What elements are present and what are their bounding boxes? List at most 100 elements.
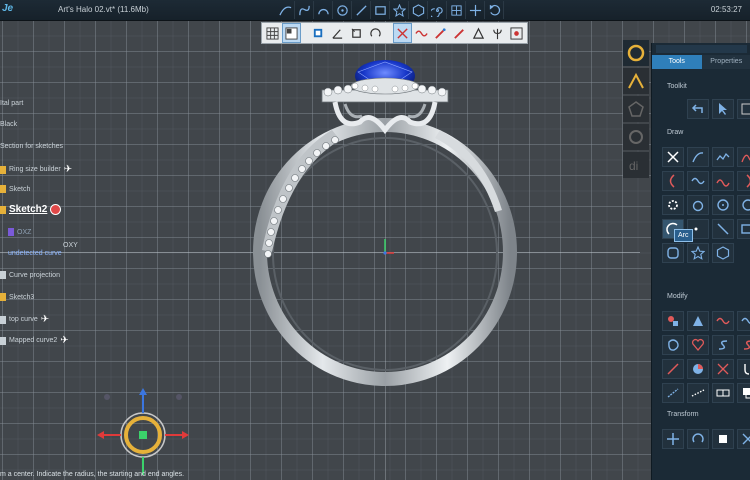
panel-view-icon[interactable] <box>282 23 301 43</box>
polyline-icon[interactable] <box>712 147 734 167</box>
rectangle-icon[interactable] <box>371 1 390 19</box>
pie-icon[interactable] <box>687 359 709 379</box>
brush-tool-icon[interactable] <box>451 24 468 42</box>
blend-icon[interactable] <box>737 311 750 331</box>
grid-view-icon[interactable] <box>264 24 281 42</box>
chain-icon[interactable] <box>662 383 684 403</box>
heart-icon[interactable] <box>687 335 709 355</box>
rect-draw-icon[interactable] <box>737 219 750 239</box>
trident-icon[interactable] <box>489 24 506 42</box>
square-select-icon[interactable] <box>348 24 365 42</box>
tree-item[interactable]: Section for sketches <box>0 143 63 150</box>
offset-icon[interactable] <box>687 311 709 331</box>
status-bar: m a center. Indicate the radius, the sta… <box>0 471 185 478</box>
copy-icon[interactable] <box>737 383 750 403</box>
blob-icon[interactable] <box>662 335 684 355</box>
tree-item[interactable]: top curve ✈ <box>0 314 49 325</box>
split-icon[interactable] <box>712 359 734 379</box>
freehand-icon[interactable] <box>687 147 709 167</box>
line-draw-icon[interactable] <box>712 219 734 239</box>
star-icon[interactable] <box>390 1 409 19</box>
trim-icon[interactable] <box>662 359 684 379</box>
s-curve-icon[interactable] <box>712 335 734 355</box>
section-transform: Transform <box>667 411 699 418</box>
record-icon[interactable] <box>508 24 525 42</box>
tab-tools[interactable]: Tools <box>652 55 702 69</box>
undo-icon[interactable] <box>687 99 709 119</box>
ring-draw-icon[interactable] <box>687 195 709 215</box>
gem-tool-icon[interactable] <box>623 96 649 122</box>
section-draw: Draw <box>667 129 684 136</box>
cursor-icon[interactable] <box>712 99 734 119</box>
pin-icon[interactable]: ✈ <box>41 314 49 325</box>
rotate-transform-icon[interactable] <box>687 429 709 449</box>
bricks-icon[interactable] <box>712 383 734 403</box>
plane-icon <box>8 228 14 236</box>
pin-icon[interactable]: ✈ <box>60 335 68 346</box>
sketch-tool-icon[interactable] <box>623 68 649 94</box>
circle-center-icon[interactable] <box>712 195 734 215</box>
pen-tool-icon[interactable] <box>432 24 449 42</box>
hook-icon[interactable] <box>737 359 750 379</box>
undo-arc-icon[interactable] <box>485 1 504 19</box>
pin-icon[interactable]: ✈ <box>64 164 72 175</box>
scale-icon[interactable] <box>712 429 734 449</box>
cube-view-icon[interactable] <box>310 24 327 42</box>
tree-item-active[interactable]: Sketch2 <box>0 204 62 215</box>
rect-round-icon[interactable] <box>662 243 684 263</box>
arc-tool-icon[interactable] <box>314 1 333 19</box>
error-icon <box>50 204 62 215</box>
snap-toolbar <box>261 22 528 44</box>
spline-draw-icon[interactable] <box>737 147 750 167</box>
pattern-icon[interactable] <box>687 383 709 403</box>
star-draw-icon[interactable] <box>687 243 709 263</box>
tools-panel: Tools Properties Toolkit Draw Modify Tra… <box>651 43 750 480</box>
panel-tabs: Tools Properties <box>652 55 750 69</box>
tree-item[interactable]: Sketch3 <box>0 293 34 301</box>
mirror-icon[interactable] <box>737 429 750 449</box>
top-toolbar <box>276 1 504 19</box>
wave-icon[interactable] <box>687 171 709 191</box>
di-tool-icon[interactable]: di <box>623 152 649 178</box>
tree-item[interactable]: Curve projection <box>0 271 60 279</box>
tree-item[interactable]: Mapped curve2 ✈ <box>0 335 69 346</box>
delete-icon[interactable] <box>662 147 684 167</box>
curve-left-icon[interactable] <box>662 171 684 191</box>
window-title: Art's Halo 02.vt* (11.6Mb) <box>58 5 149 14</box>
angle-icon[interactable] <box>329 24 346 42</box>
hex-draw-icon[interactable] <box>712 243 734 263</box>
shapes-icon[interactable] <box>662 311 684 331</box>
move-icon[interactable] <box>466 1 485 19</box>
spline-icon[interactable] <box>295 1 314 19</box>
grid-snap-icon[interactable] <box>447 1 466 19</box>
tree-item[interactable]: Black <box>0 121 17 128</box>
line-icon[interactable] <box>352 1 371 19</box>
tree-item[interactable]: Ital part <box>0 100 23 107</box>
hexagon-icon[interactable] <box>409 1 428 19</box>
ring-model[interactable] <box>250 60 520 390</box>
tree-item[interactable]: Sketch <box>0 185 30 193</box>
move-transform-icon[interactable] <box>662 429 684 449</box>
wave-red-icon[interactable] <box>712 171 734 191</box>
spiral-icon[interactable] <box>428 1 447 19</box>
circle-target-icon[interactable] <box>333 1 352 19</box>
snake-tool-icon[interactable] <box>413 24 430 42</box>
triangle-icon[interactable] <box>470 24 487 42</box>
s-curve-red-icon[interactable] <box>737 335 750 355</box>
tree-item[interactable]: OXZ <box>8 228 31 236</box>
gear-draw-icon[interactable] <box>662 195 684 215</box>
rotate-icon[interactable] <box>367 24 384 42</box>
cut-tool-icon[interactable] <box>393 23 412 43</box>
curve-right-icon[interactable] <box>737 171 750 191</box>
transform-gizmo[interactable] <box>95 385 195 480</box>
circle-3pt-icon[interactable] <box>737 195 750 215</box>
tab-properties[interactable]: Properties <box>701 55 750 69</box>
tree-item[interactable]: undetected curve <box>8 250 62 257</box>
band-tool-icon[interactable] <box>623 124 649 150</box>
view-tool-strip: di <box>623 40 649 180</box>
tree-item[interactable]: Ring size builder ✈ <box>0 164 72 175</box>
image-icon[interactable] <box>737 99 750 119</box>
ring-tool-icon[interactable] <box>623 40 649 66</box>
curve-icon[interactable] <box>276 1 295 19</box>
wave-mod-icon[interactable] <box>712 311 734 331</box>
